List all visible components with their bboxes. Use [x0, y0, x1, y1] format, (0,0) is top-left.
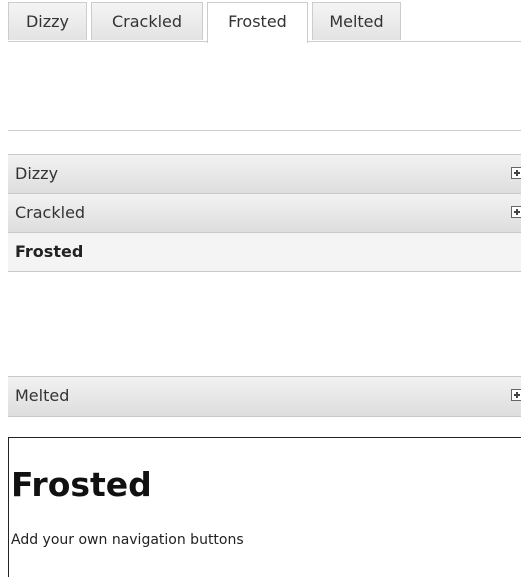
- tab-frosted[interactable]: Frosted: [207, 2, 308, 43]
- tab-panel: [8, 41, 521, 131]
- navigation-link[interactable]: Add your own navigation buttons: [11, 532, 244, 548]
- accordion-header-frosted[interactable]: Frosted: [8, 232, 521, 272]
- accordion-header-label: Frosted: [15, 242, 84, 261]
- accordion-header-melted[interactable]: Melted: [8, 376, 521, 417]
- tab-melted[interactable]: Melted: [312, 2, 401, 40]
- content-panel: Frosted Add your own navigation buttons: [8, 437, 521, 577]
- accordion-panel-frosted: [8, 271, 521, 376]
- accordion-header-crackled[interactable]: Crackled: [8, 193, 521, 233]
- accordion-header-label: Melted: [15, 386, 70, 405]
- tabs-widget: Dizzy Crackled Frosted Melted: [8, 0, 521, 131]
- plus-icon[interactable]: [511, 206, 521, 218]
- tab-crackled[interactable]: Crackled: [91, 2, 203, 40]
- accordion-header-label: Crackled: [15, 203, 86, 222]
- tab-strip: Dizzy Crackled Frosted Melted: [8, 0, 521, 43]
- accordion-header-label: Dizzy: [15, 164, 59, 183]
- plus-icon[interactable]: [511, 389, 521, 401]
- tab-dizzy[interactable]: Dizzy: [8, 2, 87, 40]
- accordion-header-dizzy[interactable]: Dizzy: [8, 154, 521, 194]
- plus-icon[interactable]: [511, 167, 521, 179]
- content-title: Frosted: [11, 465, 152, 504]
